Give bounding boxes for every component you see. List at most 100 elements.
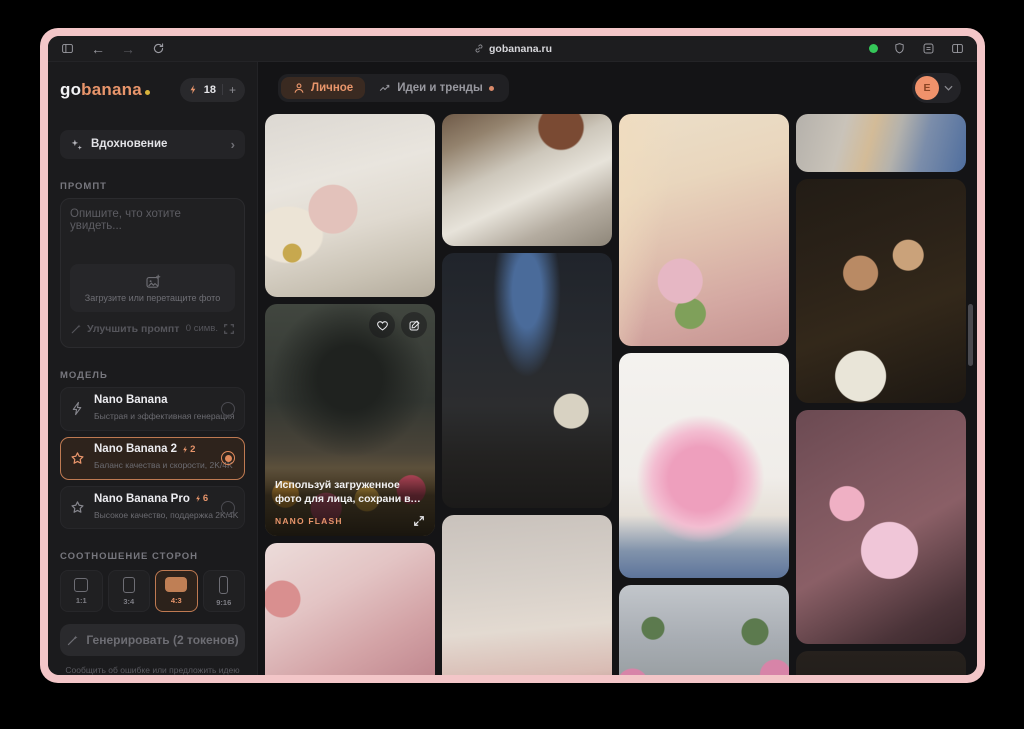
token-cost-badge: 2 [182, 444, 195, 455]
model-name: Nano Banana Pro [94, 492, 190, 505]
notification-dot [488, 85, 494, 91]
sidebar: go banana 18 + Вдохновение › ПРОМПТ Опиш… [48, 62, 258, 675]
scrollbar-thumb[interactable] [968, 304, 973, 366]
photo-card-caption: Используй загруженное фото для лица, сох… [265, 467, 435, 536]
photo-card[interactable] [265, 543, 435, 675]
photo-card-actions [369, 312, 427, 338]
chevron-right-icon: › [230, 136, 235, 152]
model-section-label: МОДЕЛЬ [60, 370, 108, 382]
logo-prefix: go [60, 79, 82, 99]
model-option-nano-banana[interactable]: Nano Banana Быстрая и эффективная генера… [60, 387, 245, 431]
tab-group: Личное Идеи и тренды [278, 74, 509, 102]
aspect-option-4-3[interactable]: 4:3 [155, 570, 198, 613]
bolt-icon [70, 401, 85, 416]
fullscreen-icon[interactable] [223, 323, 235, 335]
trending-up-icon [379, 84, 390, 91]
logo: go banana [60, 80, 150, 100]
token-count: 18 [203, 83, 216, 96]
token-counter[interactable]: 18 + [179, 77, 245, 102]
pen-square-icon [409, 319, 420, 330]
improve-prompt-button[interactable]: Улучшить промпт [87, 323, 179, 335]
aspect-option-1-1[interactable]: 1:1 [60, 570, 103, 613]
aspect-option-9-16[interactable]: 9:16 [202, 570, 245, 613]
prompt-footer: Улучшить промпт 0 симв. [70, 312, 235, 338]
status-dot [869, 44, 878, 53]
back-button[interactable]: ← [91, 42, 105, 56]
sidebar-header: go banana 18 + [60, 74, 245, 106]
prompt-panel: Загрузите или перетащите фото Улучшить п… [60, 198, 245, 349]
photo-card[interactable] [442, 515, 612, 675]
upload-dropzone[interactable]: Загрузите или перетащите фото [70, 264, 235, 313]
photo-card[interactable] [619, 353, 789, 578]
expand-icon[interactable] [413, 515, 425, 527]
photo-card[interactable] [442, 114, 612, 246]
bolt-icon [196, 495, 200, 503]
model-flash-badge: NANO FLASH [275, 516, 343, 526]
star-icon [70, 500, 85, 515]
model-desc: Высокое качество, поддержка 2K/4K [94, 509, 239, 520]
photo-card[interactable] [619, 585, 789, 675]
split-view-icon[interactable] [950, 41, 965, 56]
radio-button[interactable] [221, 500, 235, 515]
sparkles-icon [71, 139, 82, 150]
photo-card[interactable] [619, 114, 789, 346]
radio-button[interactable] [221, 401, 235, 416]
model-name: Nano Banana [94, 393, 168, 406]
photo-card[interactable]: Используй загруженное фото для лица, сох… [265, 304, 435, 536]
reader-icon[interactable] [921, 41, 936, 56]
url-text: gobanana.ru [488, 42, 553, 55]
photo-card[interactable] [442, 253, 612, 508]
browser-toolbar: ← → gobanana.ru [48, 36, 977, 62]
generate-button[interactable]: Генерировать (2 токенов) [60, 624, 245, 657]
star-icon [70, 451, 85, 466]
edit-button[interactable] [401, 312, 427, 338]
forward-button[interactable]: → [121, 42, 135, 56]
upload-label: Загрузите или перетащите фото [84, 292, 221, 303]
char-count: 0 симв. [185, 323, 218, 335]
link-icon [475, 44, 482, 53]
tab-personal[interactable]: Личное [281, 77, 366, 99]
inspiration-label: Вдохновение [91, 138, 168, 151]
model-option-nano-banana-2[interactable]: Nano Banana 2 2 Баланс качества и скорос… [60, 436, 245, 481]
photo-card[interactable] [796, 114, 966, 172]
photo-card[interactable] [796, 410, 966, 644]
bolt-icon [183, 445, 188, 453]
prompt-input[interactable] [70, 208, 235, 265]
wand-icon [68, 635, 78, 645]
token-cost-badge: 6 [195, 493, 208, 504]
add-tokens-button[interactable]: + [229, 83, 236, 97]
reload-button[interactable] [151, 41, 166, 56]
prompt-preview-text: Используй загруженное фото для лица, сох… [275, 478, 422, 505]
prompt-section-label: ПРОМПТ [60, 181, 107, 193]
sidebar-toggle-icon[interactable] [60, 41, 75, 56]
image-plus-icon [145, 274, 160, 288]
photo-card[interactable] [796, 179, 966, 403]
main-header: Личное Идеи и тренды E [258, 62, 977, 114]
account-menu[interactable]: E [912, 73, 961, 103]
window-frame: ← → gobanana.ru go banana 18 + Вдохновен… [40, 28, 985, 683]
shield-icon[interactable] [892, 41, 907, 56]
photo-grid: Используй загруженное фото для лица, сох… [258, 114, 977, 675]
heart-icon [376, 320, 388, 331]
wand-icon [71, 324, 81, 334]
tab-ideas-trends[interactable]: Идеи и тренды [367, 77, 506, 99]
model-option-nano-banana-pro[interactable]: Nano Banana Pro 6 Высокое качество, подд… [60, 486, 245, 530]
ratio-shape [165, 577, 188, 593]
feedback-link[interactable]: Сообщить об ошибке или предложить идею [60, 665, 245, 675]
address-bar[interactable]: gobanana.ru [473, 43, 552, 55]
avatar: E [915, 76, 939, 100]
photo-card[interactable] [265, 114, 435, 297]
aspect-section-label: СООТНОШЕНИЕ СТОРОН [60, 551, 199, 563]
grid-column [442, 114, 612, 675]
chevron-down-icon [944, 85, 953, 91]
grid-column: Используй загруженное фото для лица, сох… [265, 114, 435, 675]
inspiration-button[interactable]: Вдохновение › [60, 129, 245, 160]
app-content: go banana 18 + Вдохновение › ПРОМПТ Опиш… [48, 62, 977, 675]
aspect-option-3-4[interactable]: 3:4 [107, 570, 150, 613]
model-desc: Баланс качества и скорости, 2K/4K [94, 460, 233, 471]
ratio-shape [122, 576, 135, 593]
favorite-button[interactable] [369, 312, 395, 338]
photo-card[interactable] [796, 651, 966, 675]
grid-column [796, 114, 966, 675]
model-desc: Быстрая и эффективная генерация [94, 410, 235, 421]
